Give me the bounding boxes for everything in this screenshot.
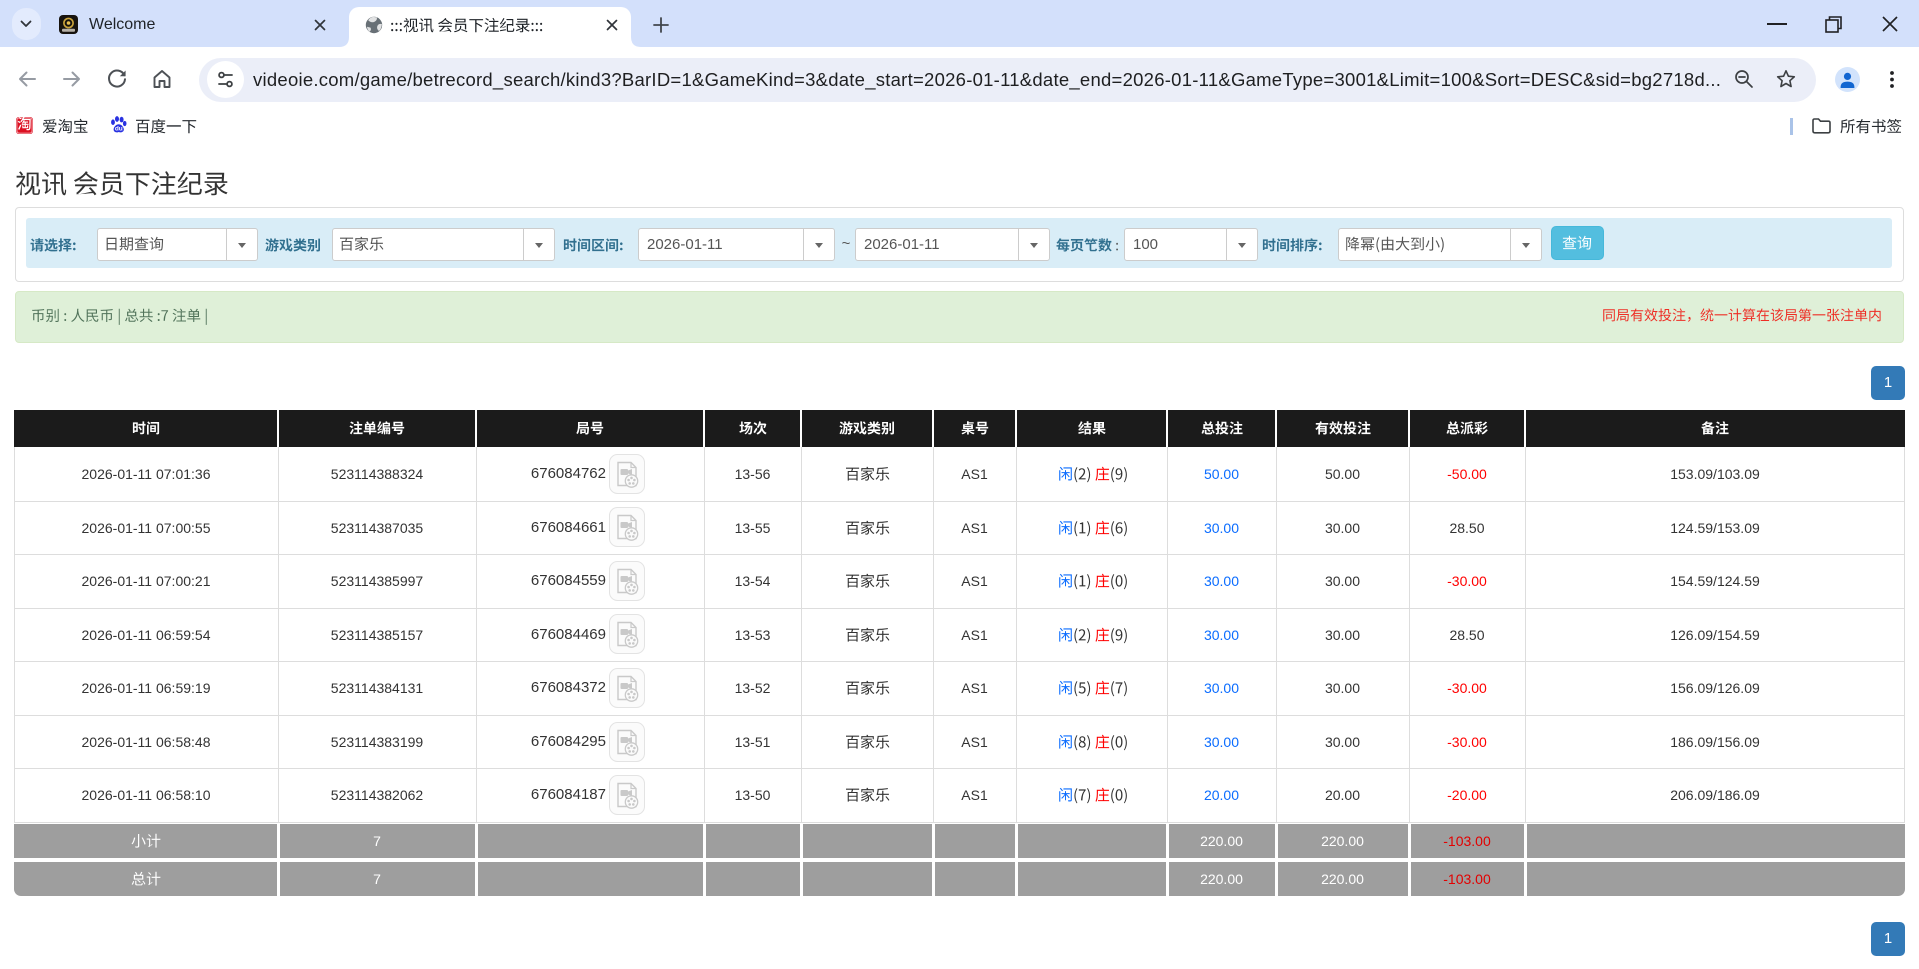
svg-text:du: du: [115, 126, 123, 133]
